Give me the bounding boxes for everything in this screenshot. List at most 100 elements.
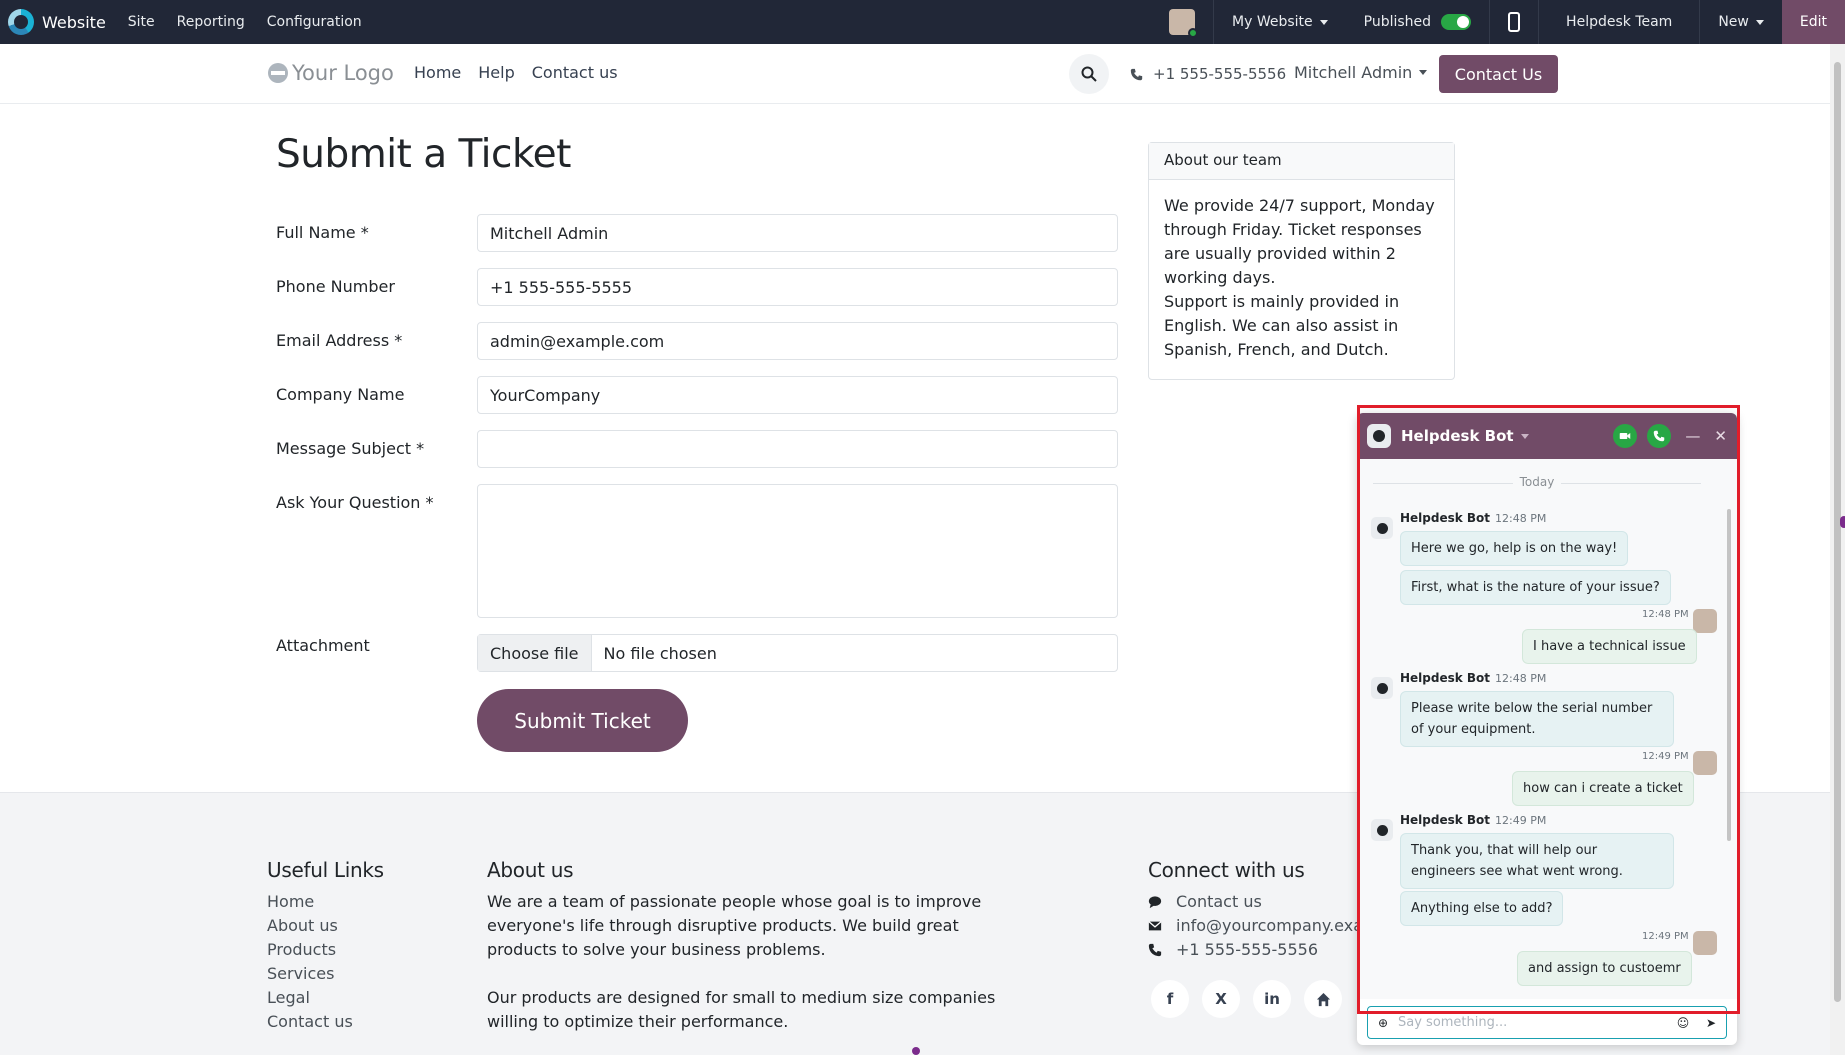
user-message: how can i create a ticket [1512,771,1694,806]
footer-link-legal[interactable]: Legal [267,986,353,1010]
edit-label: Edit [1799,14,1827,30]
header-phone[interactable]: +1 555-555-5556 [1130,65,1286,83]
logo-text: Your Logo [292,61,394,85]
nav-home[interactable]: Home [414,63,461,82]
add-icon[interactable]: ⊕ [1376,1016,1390,1030]
connect-phone[interactable]: +1 555-555-5556 [1148,938,1358,962]
chat-messages[interactable]: Today Helpdesk Bot 12:48 PM Here we go, h… [1357,459,1737,999]
bot-avatar [1367,424,1391,448]
chat-header[interactable]: Helpdesk Bot — ✕ [1357,413,1737,459]
new-dropdown[interactable]: New [1699,0,1782,44]
message-time: 12:49 PM [1642,751,1689,762]
about-team-text-1: We provide 24/7 support, Monday through … [1164,196,1435,287]
connect-email-label: info@yourcompany.exa [1176,916,1358,935]
full-name-input[interactable]: Mitchell Admin [477,214,1118,252]
phone-label: Phone Number [276,277,395,296]
toggle-switch-icon[interactable] [1441,14,1472,30]
footer-link-about[interactable]: About us [267,914,353,938]
home-icon[interactable] [1304,980,1342,1018]
phone-icon [1654,430,1665,442]
caret-down-icon [1755,19,1764,25]
online-status-icon [1188,28,1199,38]
app-brand[interactable]: Website [8,9,106,35]
voice-call-button[interactable] [1647,424,1672,448]
chat-window: Helpdesk Bot — ✕ Today Helpdesk Bot 12:48… [1357,413,1737,1045]
connect-email[interactable]: info@yourcompany.exa [1148,914,1358,938]
app-name: Website [42,12,106,32]
bot-message: Anything else to add? [1400,891,1564,926]
bot-message: First, what is the nature of your issue? [1400,570,1671,605]
my-website-dropdown[interactable]: My Website [1213,0,1346,44]
search-icon [1081,66,1097,82]
question-label: Ask Your Question * [276,493,434,512]
about-team-text-2: Support is mainly provided in English. W… [1164,292,1400,359]
menu-configuration[interactable]: Configuration [267,14,362,30]
comment-icon [1148,896,1162,909]
search-button[interactable] [1069,54,1109,94]
bot-message-avatar [1371,517,1393,539]
attachment-label: Attachment [276,636,370,655]
video-camera-icon [1620,433,1631,439]
edit-button[interactable]: Edit [1781,0,1845,44]
message-time: 12:49 PM [1642,931,1689,942]
menu-site[interactable]: Site [128,14,155,30]
user-dropdown[interactable]: Mitchell Admin [1294,63,1428,82]
mobile-phone-icon [1508,12,1521,32]
caret-down-icon[interactable] [1520,433,1529,439]
user-message-avatar [1693,751,1717,775]
user-message-avatar [1693,609,1717,633]
nav-contact-us[interactable]: Contact us [532,63,618,82]
site-logo[interactable]: Your Logo [268,61,394,85]
helpdesk-team-button[interactable]: Helpdesk Team [1538,0,1699,44]
footer-link-products[interactable]: Products [267,938,353,962]
subject-label: Message Subject * [276,439,425,458]
nav-help[interactable]: Help [478,63,514,82]
x-twitter-icon[interactable]: X [1202,980,1240,1018]
chat-scrollbar[interactable] [1727,509,1731,841]
date-separator: Today [1357,475,1717,489]
choose-file-button[interactable]: Choose file [478,635,592,671]
about-team-body: We provide 24/7 support, Monday through … [1149,180,1454,376]
about-us-title: About us [487,858,574,882]
page-scrollbar[interactable] [1830,44,1845,1055]
phone-input[interactable]: +1 555-555-5555 [477,268,1118,306]
connect-contact[interactable]: Contact us [1148,890,1358,914]
published-label: Published [1363,14,1432,30]
about-us-paragraph-1: We are a team of passionate people whose… [487,892,982,959]
logo-icon [268,63,288,83]
company-input[interactable]: YourCompany [477,376,1118,414]
scrollbar-thumb[interactable] [1834,62,1841,1002]
useful-links: Home About us Products Services Legal Co… [267,890,353,1034]
user-avatar [1169,9,1199,38]
message-author: Helpdesk Bot 12:48 PM [1400,511,1547,525]
footer-link-services[interactable]: Services [267,962,353,986]
emoji-icon[interactable]: ☺ [1676,1016,1690,1030]
admin-avatar-button[interactable] [1151,0,1213,44]
my-website-label: My Website [1232,14,1313,30]
video-call-button[interactable] [1613,424,1638,448]
attachment-file-input[interactable]: Choose file No file chosen [477,634,1118,672]
menu-reporting[interactable]: Reporting [177,14,245,30]
linkedin-icon[interactable]: in [1253,980,1291,1018]
bot-message: Thank you, that will help our engineers … [1400,833,1674,889]
mobile-preview-button[interactable] [1489,0,1538,44]
chat-input-placeholder[interactable]: Say something... [1398,1015,1662,1030]
subject-input[interactable] [477,430,1118,468]
chat-composer[interactable]: ⊕ Say something... ☺ ➤ [1367,1006,1727,1039]
contact-us-button[interactable]: Contact Us [1439,55,1558,93]
close-icon[interactable]: ✕ [1714,427,1727,445]
question-textarea[interactable] [477,484,1118,618]
full-name-label: Full Name * [276,223,369,242]
user-message: and assign to custoemr [1517,951,1692,986]
submit-ticket-button[interactable]: Submit Ticket [477,689,688,752]
admin-bar: Website Site Reporting Configuration My … [0,0,1845,44]
helpdesk-team-label: Helpdesk Team [1566,14,1673,30]
footer-link-home[interactable]: Home [267,890,353,914]
email-input[interactable]: admin@example.com [477,322,1118,360]
minimize-icon[interactable]: — [1685,427,1700,445]
footer-link-contact[interactable]: Contact us [267,1010,353,1034]
facebook-icon[interactable]: f [1151,980,1189,1018]
message-author: Helpdesk Bot 12:48 PM [1400,671,1547,685]
published-toggle[interactable]: Published [1346,0,1489,44]
send-icon[interactable]: ➤ [1704,1016,1718,1030]
